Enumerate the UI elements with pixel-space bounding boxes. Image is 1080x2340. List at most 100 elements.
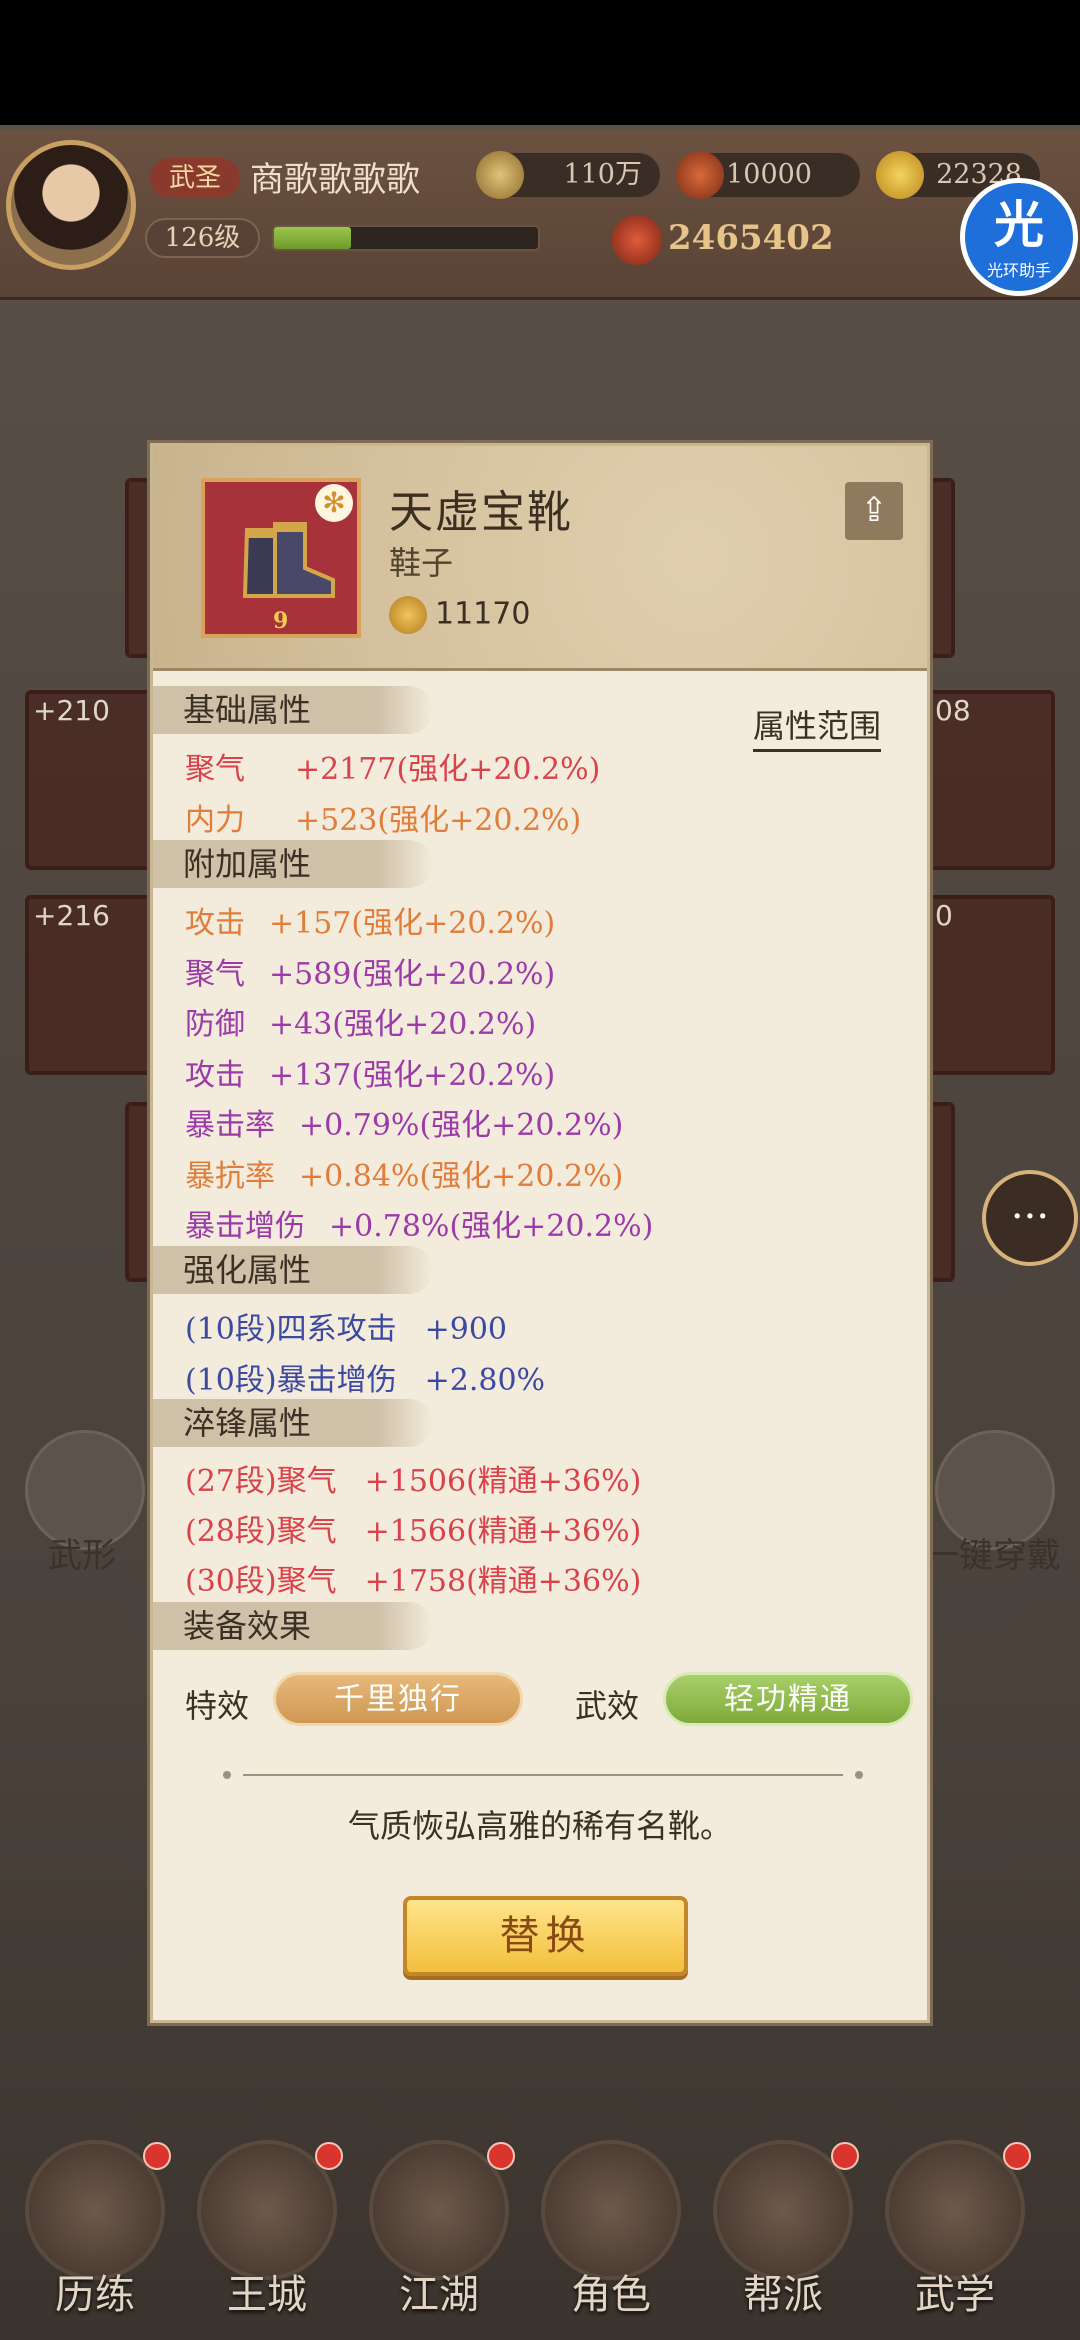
section-temper-attrs: 淬锋属性 [153,1399,433,1447]
attr-row: 聚气 +2177(强化+20.2%) [185,744,600,788]
status-bar-area [0,0,1080,125]
attr-name: 内力 [185,803,245,838]
resource2-counter[interactable]: 10000 [676,151,860,199]
coin-counter[interactable]: 110万 [476,151,660,199]
equip-slot-right-1[interactable]: 08 [925,690,1055,870]
power-value: 2465402 [668,218,834,258]
attr-value: +589(强化+20.2%) [269,956,556,992]
attr-name: 聚气 [185,956,245,992]
item-power-value: 11170 [435,596,531,632]
attr-value: +0.79%(强化+20.2%) [299,1108,624,1143]
attr-value: +0.84%(强化+20.2%) [299,1158,624,1194]
nav-character[interactable]: 角色 [531,2110,691,2340]
item-header: ✻ 9 天虚宝靴 鞋子 11170 ⇪ [153,446,927,671]
attr-range-link[interactable]: 属性范围 [753,701,882,752]
attr-row: (10段)暴击增伤 +2.80% [185,1355,545,1399]
item-detail-dialog: ✻ 9 天虚宝靴 鞋子 11170 ⇪ 基础属性 属性范围 聚气 +2177(强化… [150,443,930,2023]
attr-value: +0.78%(强化+20.2%) [329,1209,654,1244]
attr-name: 防御 [185,1007,245,1042]
helper-floating-button[interactable]: 光 光环助手 [960,178,1078,296]
attr-name: 攻击 [185,1057,245,1093]
attr-value: +900 [424,1312,507,1347]
exp-bar-fill [274,227,351,249]
equip-slot-right-2[interactable]: 0 [925,895,1055,1075]
attr-name: (10段)四系攻击 [185,1312,397,1347]
nav-martial-arts[interactable]: 武学 [875,2110,1035,2340]
attr-name: 暴击增伤 [185,1209,305,1244]
share-icon: ⇪ [859,490,889,530]
equip-all-label: 一键穿戴 [925,1536,1061,1576]
attr-row: 暴击增伤 +0.78%(强化+20.2%) [185,1201,653,1245]
slot-level: +210 [33,694,110,727]
section-base-attrs: 基础属性 [153,686,433,734]
power-icon [612,215,662,265]
nav-guild[interactable]: 帮派 [703,2110,863,2340]
martial-effect-pill[interactable]: 轻功精通 [663,1672,913,1726]
player-level: 126级 [145,218,260,258]
nav-character-icon [541,2140,681,2280]
equip-slot-left-2[interactable]: +216 [25,895,155,1075]
attr-row: 攻击 +157(强化+20.2%) [185,898,555,942]
attr-row: (10段)四系攻击 +900 [185,1304,507,1348]
nav-jianghu[interactable]: 江湖 [359,2110,519,2340]
bottom-navigation: 历练 王城 江湖 角色 帮派 武学 [0,2110,1080,2340]
boot-icon [242,522,335,598]
exp-bar [272,225,540,251]
slot-level: 0 [935,899,953,932]
special-effect-label: 特效 [185,1687,250,1725]
gold-ingot-icon [876,151,924,199]
attr-name: (28段)聚气 [185,1514,337,1549]
nav-label: 武学 [915,2272,995,2318]
attr-row: 攻击 +137(强化+20.2%) [185,1050,555,1094]
nav-label: 王城 [227,2272,307,2318]
martial-effect-label: 武效 [575,1687,640,1725]
attr-name: 攻击 [185,906,245,941]
item-description: 气质恢弘高雅的稀有名靴。 [347,1807,732,1845]
attr-name: (30段)聚气 [185,1564,337,1599]
notification-dot [143,2142,171,2170]
attr-row: (30段)聚气 +1758(精通+36%) [185,1556,641,1600]
attr-row: 防御 +43(强化+20.2%) [185,999,536,1043]
notification-dot [487,2142,515,2170]
chat-icon: ··· [1010,1194,1050,1240]
power-icon [389,596,427,634]
notification-dot [831,2142,859,2170]
attr-row: 暴抗率 +0.84%(强化+20.2%) [185,1151,623,1195]
nav-label: 历练 [55,2272,135,2318]
chat-bubble-button[interactable]: ··· [982,1170,1078,1266]
coin-value: 110万 [563,159,642,190]
attr-row: 聚气 +589(强化+20.2%) [185,949,555,993]
attr-name: (27段)聚气 [185,1464,337,1499]
nav-training[interactable]: 历练 [15,2110,175,2340]
nav-label: 帮派 [743,2272,823,2318]
attr-value: +2.80% [424,1363,546,1398]
rarity-star-icon: ✻ [315,484,353,522]
nav-city[interactable]: 王城 [187,2110,347,2340]
attr-row: 内力 +523(强化+20.2%) [185,795,581,839]
attr-name: (10段)暴击增伤 [185,1363,397,1398]
flame-icon [676,151,724,199]
slot-level: 08 [935,694,971,727]
attr-name: 暴抗率 [185,1158,275,1194]
attr-row: (28段)聚气 +1566(精通+36%) [185,1506,641,1550]
special-effect-pill[interactable]: 千里独行 [273,1672,523,1726]
nav-label: 角色 [571,2272,651,2318]
notification-dot [315,2142,343,2170]
attr-value: +523(强化+20.2%) [295,803,582,838]
attr-row: 暴击率 +0.79%(强化+20.2%) [185,1100,623,1144]
replace-button[interactable]: 替换 [403,1896,688,1976]
divider [223,1771,863,1779]
item-power: 11170 [389,596,530,634]
player-avatar[interactable] [6,140,136,270]
share-button[interactable]: ⇪ [845,482,903,540]
attr-name: 暴击率 [185,1108,275,1143]
helper-label: 光环助手 [986,261,1051,280]
player-power: 2465402 [612,215,834,267]
attr-value: +137(强化+20.2%) [269,1057,556,1093]
helper-glyph: 光 [994,195,1044,254]
martial-form-label: 武形 [48,1536,116,1576]
attr-name: 聚气 [185,752,245,787]
equip-slot-left-1[interactable]: +210 [25,690,155,870]
section-extra-attrs: 附加属性 [153,840,433,888]
nav-label: 江湖 [399,2272,479,2318]
